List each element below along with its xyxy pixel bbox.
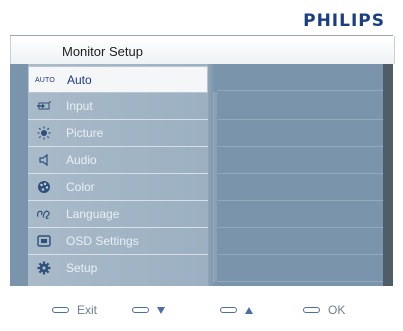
menu-item-label: Audio <box>66 153 97 167</box>
menu-item-color[interactable]: Color <box>28 174 208 201</box>
menu-item-label: Language <box>66 207 120 221</box>
menu-item-label: Input <box>66 99 93 113</box>
brand-logo: PHILIPS <box>303 11 385 31</box>
gear-icon <box>36 261 52 275</box>
menu-item-label: OSD Settings <box>66 234 139 248</box>
menu-item-osd-settings[interactable]: OSD Settings <box>28 228 208 255</box>
submenu-row <box>218 201 385 228</box>
scrollbar[interactable] <box>213 92 217 282</box>
title-bar: Monitor Setup <box>10 36 395 64</box>
up-button[interactable] <box>220 303 253 317</box>
speaker-icon <box>36 153 52 167</box>
menu-item-language[interactable]: Language <box>28 201 208 228</box>
arrow-up-icon <box>245 306 253 314</box>
picture-icon <box>36 126 52 140</box>
ok-label: OK <box>328 303 346 317</box>
submenu-row <box>218 228 385 255</box>
palette-icon <box>36 180 52 194</box>
down-button[interactable] <box>132 303 165 317</box>
monitor-osd-screen: PHILIPS Monitor Setup AUTO Auto Input Pi… <box>0 0 403 331</box>
button-key-icon <box>52 307 69 313</box>
submenu-panel <box>218 64 385 286</box>
menu-item-label: Color <box>66 180 95 194</box>
button-key-icon <box>132 307 149 313</box>
menu-item-picture[interactable]: Picture <box>28 120 208 147</box>
exit-button[interactable]: Exit <box>52 303 97 317</box>
osd-settings-icon <box>36 234 52 248</box>
right-edge-bar <box>383 64 393 286</box>
menu-item-label: Auto <box>67 73 92 87</box>
button-key-icon <box>220 307 237 313</box>
submenu-row <box>218 255 385 282</box>
main-menu: AUTO Auto Input Picture Audio Color Lang… <box>28 64 208 286</box>
button-key-icon <box>303 307 320 313</box>
menu-item-setup[interactable]: Setup <box>28 255 208 282</box>
submenu-row <box>218 174 385 201</box>
menu-item-auto[interactable]: AUTO Auto <box>28 66 208 93</box>
submenu-row <box>218 147 385 174</box>
language-icon <box>36 207 52 221</box>
menu-item-input[interactable]: Input <box>28 93 208 120</box>
menu-item-label: Setup <box>66 261 98 275</box>
submenu-row <box>218 120 385 147</box>
button-legend: Exit OK <box>10 286 393 331</box>
osd-panel: AUTO Auto Input Picture Audio Color Lang… <box>10 64 393 286</box>
arrow-down-icon <box>157 306 165 314</box>
exit-label: Exit <box>77 303 98 317</box>
submenu-row <box>218 93 385 120</box>
menu-item-audio[interactable]: Audio <box>28 147 208 174</box>
auto-icon: AUTO <box>34 76 56 84</box>
submenu-row <box>218 64 385 91</box>
ok-button[interactable]: OK <box>303 303 345 317</box>
page-title: Monitor Setup <box>62 44 143 59</box>
input-icon <box>36 99 52 113</box>
menu-item-label: Picture <box>66 126 104 140</box>
